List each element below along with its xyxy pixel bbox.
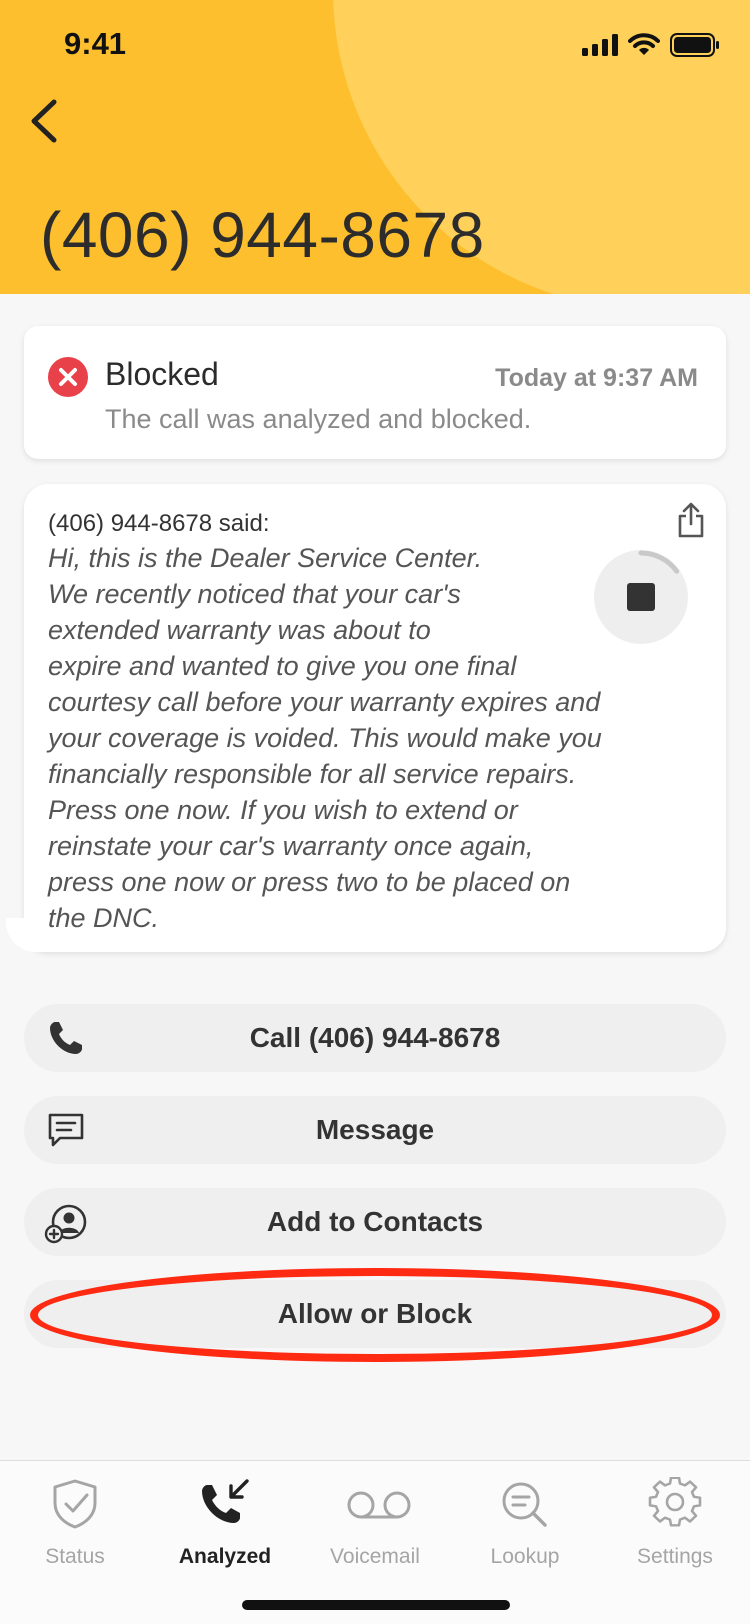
call-button[interactable]: Call (406) 944-8678 — [24, 1004, 726, 1072]
status-description: The call was analyzed and blocked. — [105, 404, 532, 434]
shield-check-icon — [53, 1479, 97, 1529]
transcript-line: your coverage is voided. This would make… — [48, 723, 602, 753]
call-status-card: Blocked Today at 9:37 AM The call was an… — [24, 326, 726, 459]
audio-stop-button[interactable] — [594, 550, 688, 644]
tab-label: Analyzed — [178, 1545, 272, 1568]
blocked-x-icon — [48, 357, 88, 397]
bubble-tail — [6, 918, 46, 952]
tab-label: Voicemail — [330, 1545, 420, 1568]
add-to-contacts-button[interactable]: Add to Contacts — [24, 1188, 726, 1256]
tab-voicemail[interactable]: Voicemail — [300, 1461, 450, 1571]
call-button-label: Call (406) 944-8678 — [249, 1022, 501, 1053]
transcript-speaker: (406) 944-8678 said: — [48, 510, 270, 537]
transcript-line: courtesy call before your warranty expir… — [48, 687, 601, 717]
status-time: 9:41 — [64, 26, 127, 61]
page-title: (406) 944-8678 — [40, 199, 485, 271]
header: 9:41 (406) 944-8678 — [0, 0, 750, 294]
tab-lookup[interactable]: Lookup — [450, 1461, 600, 1571]
transcript-line: the DNC. — [48, 903, 160, 933]
signal-icon — [582, 34, 618, 56]
voicemail-icon — [347, 1491, 411, 1519]
tab-analyzed[interactable]: Analyzed — [150, 1461, 300, 1571]
tab-label: Settings — [637, 1545, 713, 1568]
transcript-line: expire and wanted to give you one final — [48, 651, 517, 681]
incoming-call-icon — [202, 1479, 249, 1523]
wifi-icon — [628, 33, 660, 55]
battery-icon — [670, 33, 719, 57]
share-icon[interactable] — [676, 502, 706, 538]
call-detail-screen: 9:41 (406) 944-8678 Blocked Today at 9:3… — [0, 0, 750, 1624]
message-button-label: Message — [315, 1114, 435, 1145]
phone-icon — [50, 1022, 82, 1054]
transcript-line: financially responsible for all service … — [48, 759, 577, 789]
transcript-line: press one now or press two to be placed … — [48, 867, 571, 897]
status-timestamp: Today at 9:37 AM — [495, 364, 698, 392]
stop-icon — [627, 583, 655, 611]
search-icon — [502, 1482, 547, 1527]
message-button[interactable]: Message — [24, 1096, 726, 1164]
transcript-line: Press one now. If you wish to extend or — [48, 795, 518, 825]
chevron-left-icon — [31, 99, 57, 143]
message-icon — [48, 1113, 84, 1147]
add-to-contacts-label: Add to Contacts — [266, 1206, 484, 1237]
tab-label: Status — [45, 1545, 105, 1568]
back-button[interactable] — [26, 96, 66, 146]
home-indicator — [242, 1600, 510, 1610]
transcript-card: (406) 944-8678 said: Hi, this is the Dea… — [24, 484, 726, 952]
status-title: Blocked — [105, 356, 219, 392]
tab-settings[interactable]: Settings — [600, 1461, 750, 1571]
highlight-annotation — [30, 1268, 720, 1362]
gear-icon — [648, 1477, 702, 1527]
add-contact-icon — [44, 1204, 87, 1244]
status-icons — [582, 32, 720, 58]
tab-status[interactable]: Status — [0, 1461, 150, 1571]
tab-label: Lookup — [490, 1545, 560, 1568]
transcript-line: reinstate your car's warranty once again… — [48, 831, 534, 861]
